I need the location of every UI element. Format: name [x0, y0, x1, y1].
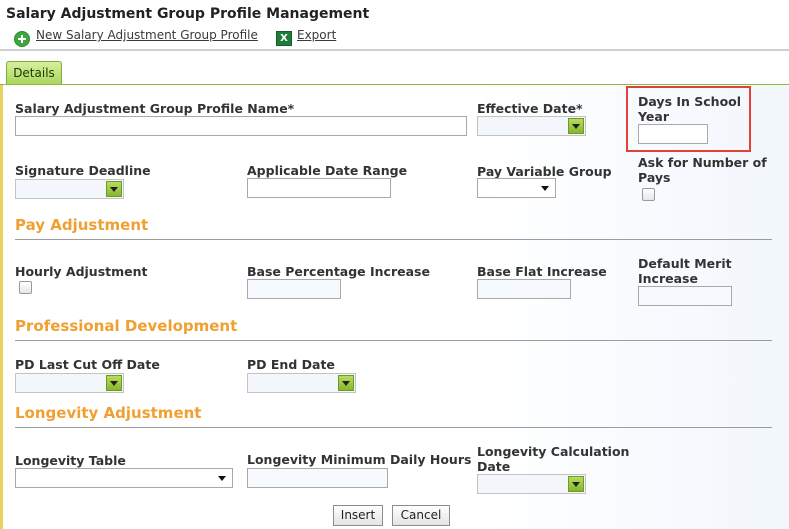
ask-number-of-pays-label: Ask for Number of Pays — [638, 155, 767, 185]
pd-last-cut-off-date-picker[interactable] — [15, 373, 124, 393]
base-percentage-increase-input[interactable] — [247, 279, 341, 299]
base-flat-increase-input[interactable] — [477, 279, 571, 299]
longevity-table-select[interactable] — [15, 468, 233, 488]
default-merit-increase-input[interactable] — [638, 286, 732, 306]
pd-end-date-picker[interactable] — [247, 373, 356, 393]
new-profile-link[interactable]: New Salary Adjustment Group Profile — [36, 28, 258, 42]
calendar-dropdown-icon[interactable] — [568, 118, 584, 134]
section-divider — [15, 427, 772, 428]
cancel-button[interactable]: Cancel — [392, 505, 450, 526]
toolbar-divider — [0, 49, 789, 51]
effective-date-label: Effective Date* — [477, 101, 583, 116]
pay-adjustment-heading: Pay Adjustment — [15, 216, 149, 234]
section-divider — [15, 340, 772, 341]
ask-number-of-pays-checkbox[interactable] — [642, 188, 655, 201]
insert-button[interactable]: Insert — [333, 505, 383, 526]
longevity-calculation-date-label: Longevity Calculation Date — [477, 444, 630, 474]
page-title: Salary Adjustment Group Profile Manageme… — [6, 6, 370, 22]
panel-left-edge — [0, 85, 3, 529]
dropdown-arrow-icon — [218, 476, 226, 481]
applicable-date-range-label: Applicable Date Range — [247, 163, 408, 178]
highlight-box — [626, 86, 751, 152]
profile-name-input[interactable] — [15, 116, 467, 136]
dropdown-arrow-icon — [541, 186, 549, 191]
calendar-dropdown-icon[interactable] — [106, 375, 122, 391]
applicable-date-range-input[interactable] — [247, 178, 391, 198]
pay-variable-group-select[interactable] — [477, 178, 556, 198]
calendar-dropdown-icon[interactable] — [568, 476, 584, 492]
section-divider — [15, 239, 772, 240]
profile-name-label: Salary Adjustment Group Profile Name* — [15, 101, 295, 116]
base-flat-increase-label: Base Flat Increase — [477, 264, 607, 279]
excel-icon[interactable]: X — [276, 31, 292, 46]
export-link[interactable]: Export — [297, 28, 336, 42]
signature-deadline-picker[interactable] — [15, 179, 124, 199]
pay-variable-group-label: Pay Variable Group — [477, 164, 612, 179]
longevity-min-daily-hours-input[interactable] — [247, 468, 388, 488]
pd-last-cut-off-date-label: PD Last Cut Off Date — [15, 357, 160, 372]
pd-end-date-label: PD End Date — [247, 357, 335, 372]
hourly-adjustment-checkbox[interactable] — [19, 281, 32, 294]
add-circle-icon[interactable] — [14, 31, 30, 47]
longevity-min-daily-hours-label: Longevity Minimum Daily Hours — [247, 452, 472, 467]
professional-development-heading: Professional Development — [15, 317, 238, 335]
calendar-dropdown-icon[interactable] — [338, 375, 354, 391]
longevity-table-label: Longevity Table — [15, 453, 126, 468]
longevity-adjustment-heading: Longevity Adjustment — [15, 404, 202, 422]
default-merit-increase-label: Default Merit Increase — [638, 256, 732, 286]
base-percentage-increase-label: Base Percentage Increase — [247, 264, 430, 279]
calendar-dropdown-icon[interactable] — [106, 181, 122, 197]
hourly-adjustment-label: Hourly Adjustment — [15, 264, 148, 279]
longevity-calculation-date-picker[interactable] — [477, 474, 586, 494]
signature-deadline-label: Signature Deadline — [15, 163, 151, 178]
effective-date-picker[interactable] — [477, 116, 586, 136]
tab-details[interactable]: Details — [6, 61, 62, 85]
